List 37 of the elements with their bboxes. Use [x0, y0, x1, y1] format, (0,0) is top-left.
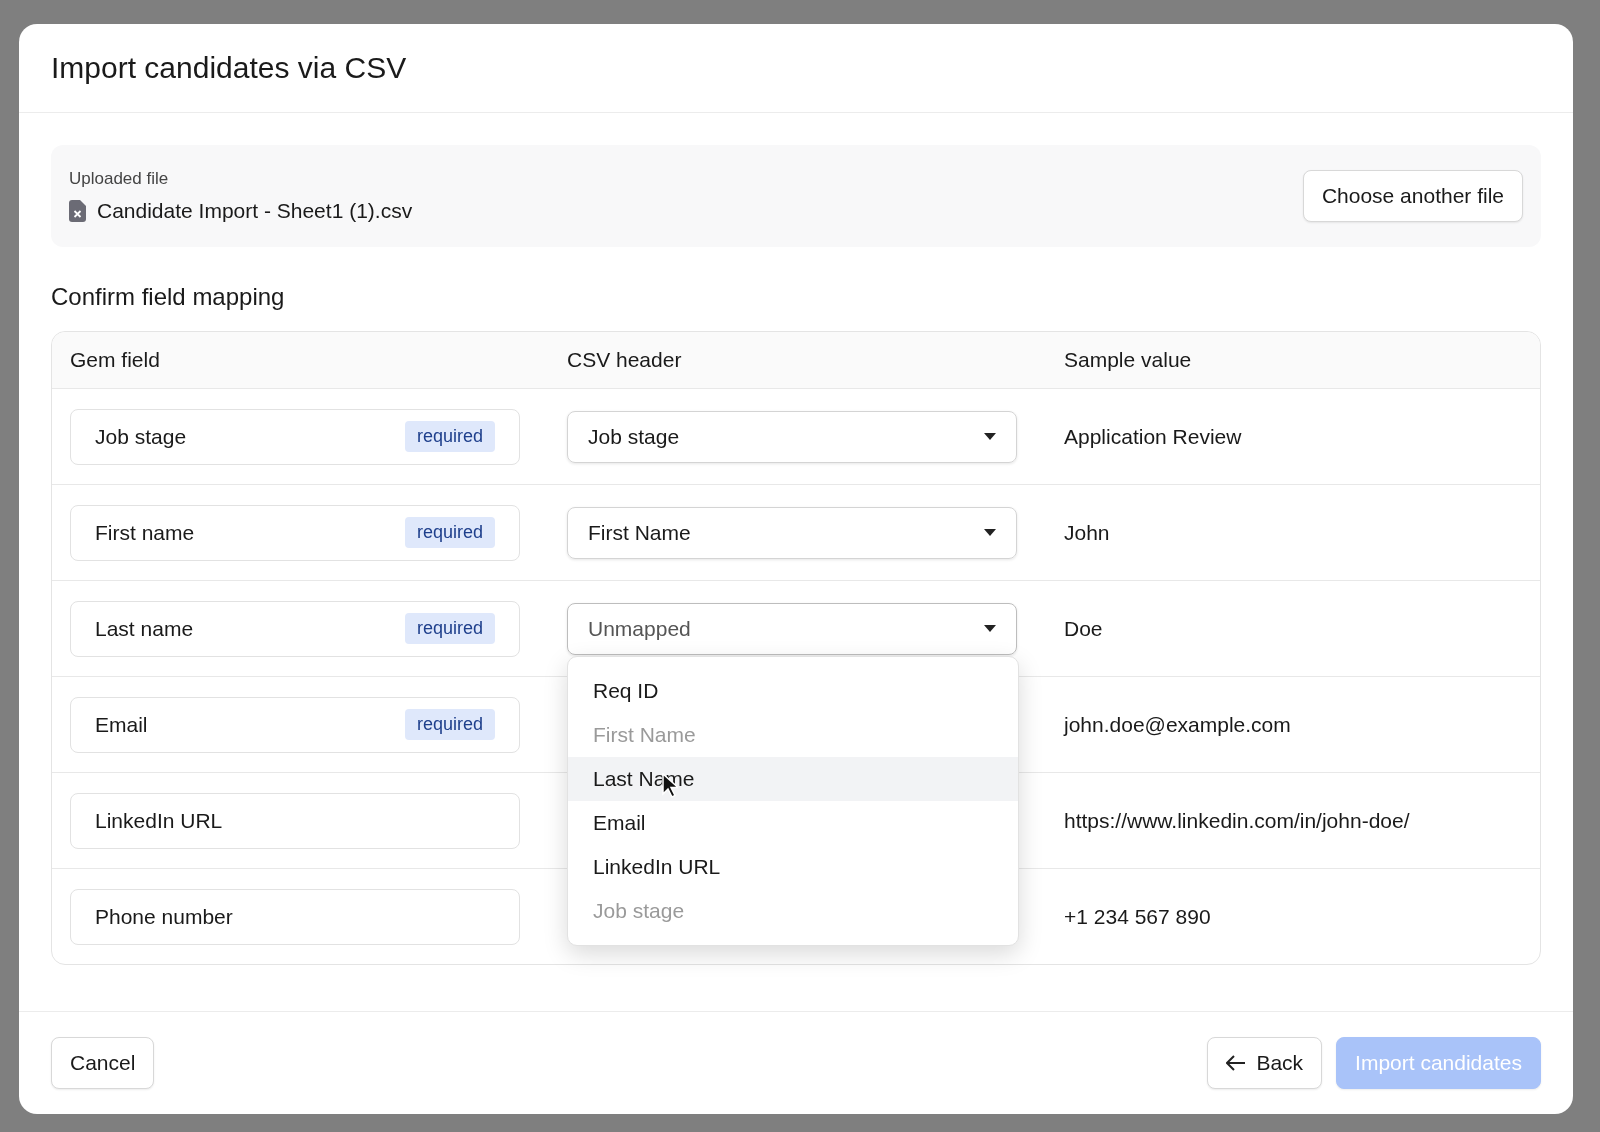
file-name: Candidate Import - Sheet1 (1).csv	[97, 199, 413, 223]
section-heading: Confirm field mapping	[51, 283, 286, 311]
back-button[interactable]: Back	[1207, 1037, 1323, 1089]
caret-icon	[984, 432, 996, 441]
column-header: CSV header	[567, 348, 683, 372]
field-label: Phone number	[95, 904, 233, 929]
menu-option[interactable]: Req ID	[568, 669, 1018, 713]
field-label: LinkedIn URL	[95, 808, 223, 833]
arrow-left-icon	[1226, 1055, 1247, 1071]
csv-header-select[interactable]: First Name	[567, 506, 1017, 559]
field-label: Last name	[95, 616, 194, 641]
required-badge: required	[404, 613, 495, 644]
cancel-button[interactable]: Cancel	[51, 1037, 155, 1089]
field-label: Job stage	[95, 424, 187, 449]
field-label: Email	[95, 712, 148, 737]
caret-icon	[984, 528, 996, 537]
sample-value: John	[1064, 520, 1111, 545]
sample-value: Application Review	[1064, 424, 1243, 449]
required-badge: required	[404, 421, 495, 452]
caret-icon	[984, 624, 996, 633]
column-header: Gem field	[70, 348, 161, 372]
upload-label: Uploaded file	[69, 169, 170, 189]
menu-option[interactable]: Email	[568, 801, 1018, 845]
sample-value: john.doe@example.com	[1064, 712, 1292, 737]
required-badge: required	[404, 517, 495, 548]
sample-value: +1 234 567 890	[1064, 904, 1212, 929]
field-label: First name	[95, 520, 195, 545]
csv-header-select[interactable]: Unmapped	[567, 602, 1017, 655]
choose-file-button[interactable]: Choose another file	[1302, 170, 1523, 222]
csv-header-select[interactable]: Job stage	[567, 410, 1017, 463]
column-header: Sample value	[1064, 348, 1193, 372]
sample-value: https://www.linkedin.com/in/john-doe/	[1064, 808, 1411, 833]
spreadsheet-file-icon	[69, 200, 87, 222]
sample-value: Doe	[1064, 616, 1104, 641]
dialog-title: Import candidates via CSV	[51, 51, 407, 85]
required-badge: required	[404, 709, 495, 740]
menu-option[interactable]: LinkedIn URL	[568, 845, 1018, 889]
